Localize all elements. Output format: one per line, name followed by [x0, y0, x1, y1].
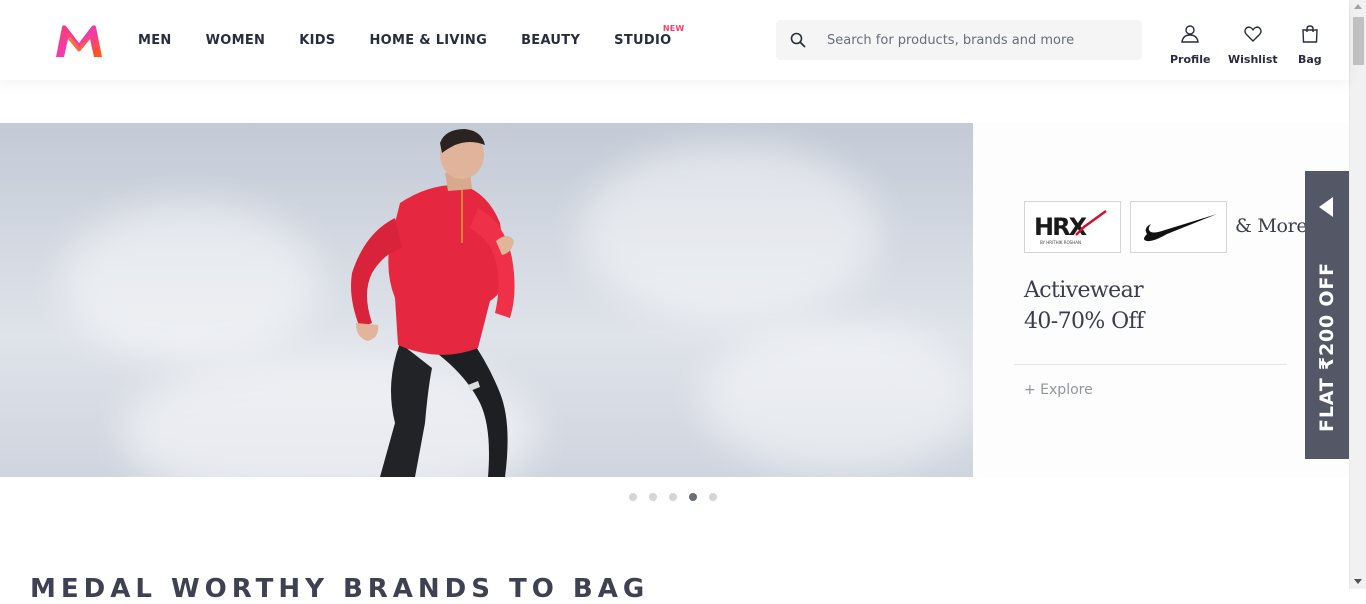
myntra-logo[interactable] [54, 23, 104, 59]
and-more-text: & More [1235, 215, 1308, 237]
nav-kids[interactable]: KIDS [282, 33, 352, 48]
carousel-dot[interactable] [669, 493, 677, 501]
nav-women[interactable]: WOMEN [189, 33, 283, 48]
nav-men[interactable]: MEN [121, 33, 189, 48]
promo-panel[interactable]: HRX BY HRITHIK ROSHAN & More Activewear … [973, 123, 1349, 477]
carousel-dots [629, 493, 717, 501]
scroll-thumb[interactable] [1353, 17, 1364, 65]
new-badge: NEW [662, 23, 685, 33]
bag-button[interactable]: Bag [1298, 24, 1322, 66]
brand-nike-logo[interactable] [1130, 201, 1227, 253]
wishlist-label: Wishlist [1228, 53, 1278, 66]
banner-image[interactable] [0, 123, 973, 477]
runner-illustration [351, 129, 515, 477]
carousel-dot[interactable] [649, 493, 657, 501]
offer-text: FLAT ₹200 OFF [1316, 262, 1338, 432]
main-nav: MEN WOMEN KIDS HOME & LIVING BEAUTY STUD… [121, 0, 688, 80]
arrow-left-icon [1319, 197, 1333, 217]
nav-home-living[interactable]: HOME & LIVING [352, 33, 504, 48]
profile-icon [1180, 24, 1200, 49]
banner-headline: Activewear 40-70% Off [1024, 278, 1144, 334]
nav-beauty[interactable]: BEAUTY [504, 33, 597, 48]
section-title: MEDAL WORTHY BRANDS TO BAG [30, 574, 650, 604]
site-header: MEN WOMEN KIDS HOME & LIVING BEAUTY STUD… [0, 0, 1349, 80]
carousel-dot-active[interactable] [689, 493, 697, 501]
nav-studio[interactable]: STUDIO NEW [597, 24, 688, 48]
page-scrollbar[interactable] [1349, 0, 1366, 589]
carousel-dot[interactable] [629, 493, 637, 501]
scroll-up-icon[interactable] [1354, 4, 1362, 9]
search-icon[interactable] [777, 20, 819, 60]
search-input[interactable] [827, 32, 1127, 48]
svg-text:HRX: HRX [1034, 213, 1088, 241]
bag-icon [1300, 24, 1320, 49]
profile-label: Profile [1170, 53, 1211, 66]
scroll-down-icon[interactable] [1354, 579, 1362, 584]
bag-label: Bag [1298, 53, 1322, 66]
svg-text:BY HRITHIK ROSHAN: BY HRITHIK ROSHAN [1040, 240, 1081, 245]
divider [1014, 364, 1287, 365]
profile-button[interactable]: Profile [1170, 24, 1210, 66]
flat-offer-tab[interactable]: FLAT ₹200 OFF [1305, 171, 1349, 459]
brand-hrx-logo[interactable]: HRX BY HRITHIK ROSHAN [1024, 201, 1121, 253]
carousel-dot[interactable] [709, 493, 717, 501]
wishlist-button[interactable]: Wishlist [1228, 24, 1278, 66]
heart-icon [1243, 24, 1263, 49]
search-bar [776, 20, 1142, 60]
explore-link[interactable]: + Explore [1024, 382, 1093, 398]
